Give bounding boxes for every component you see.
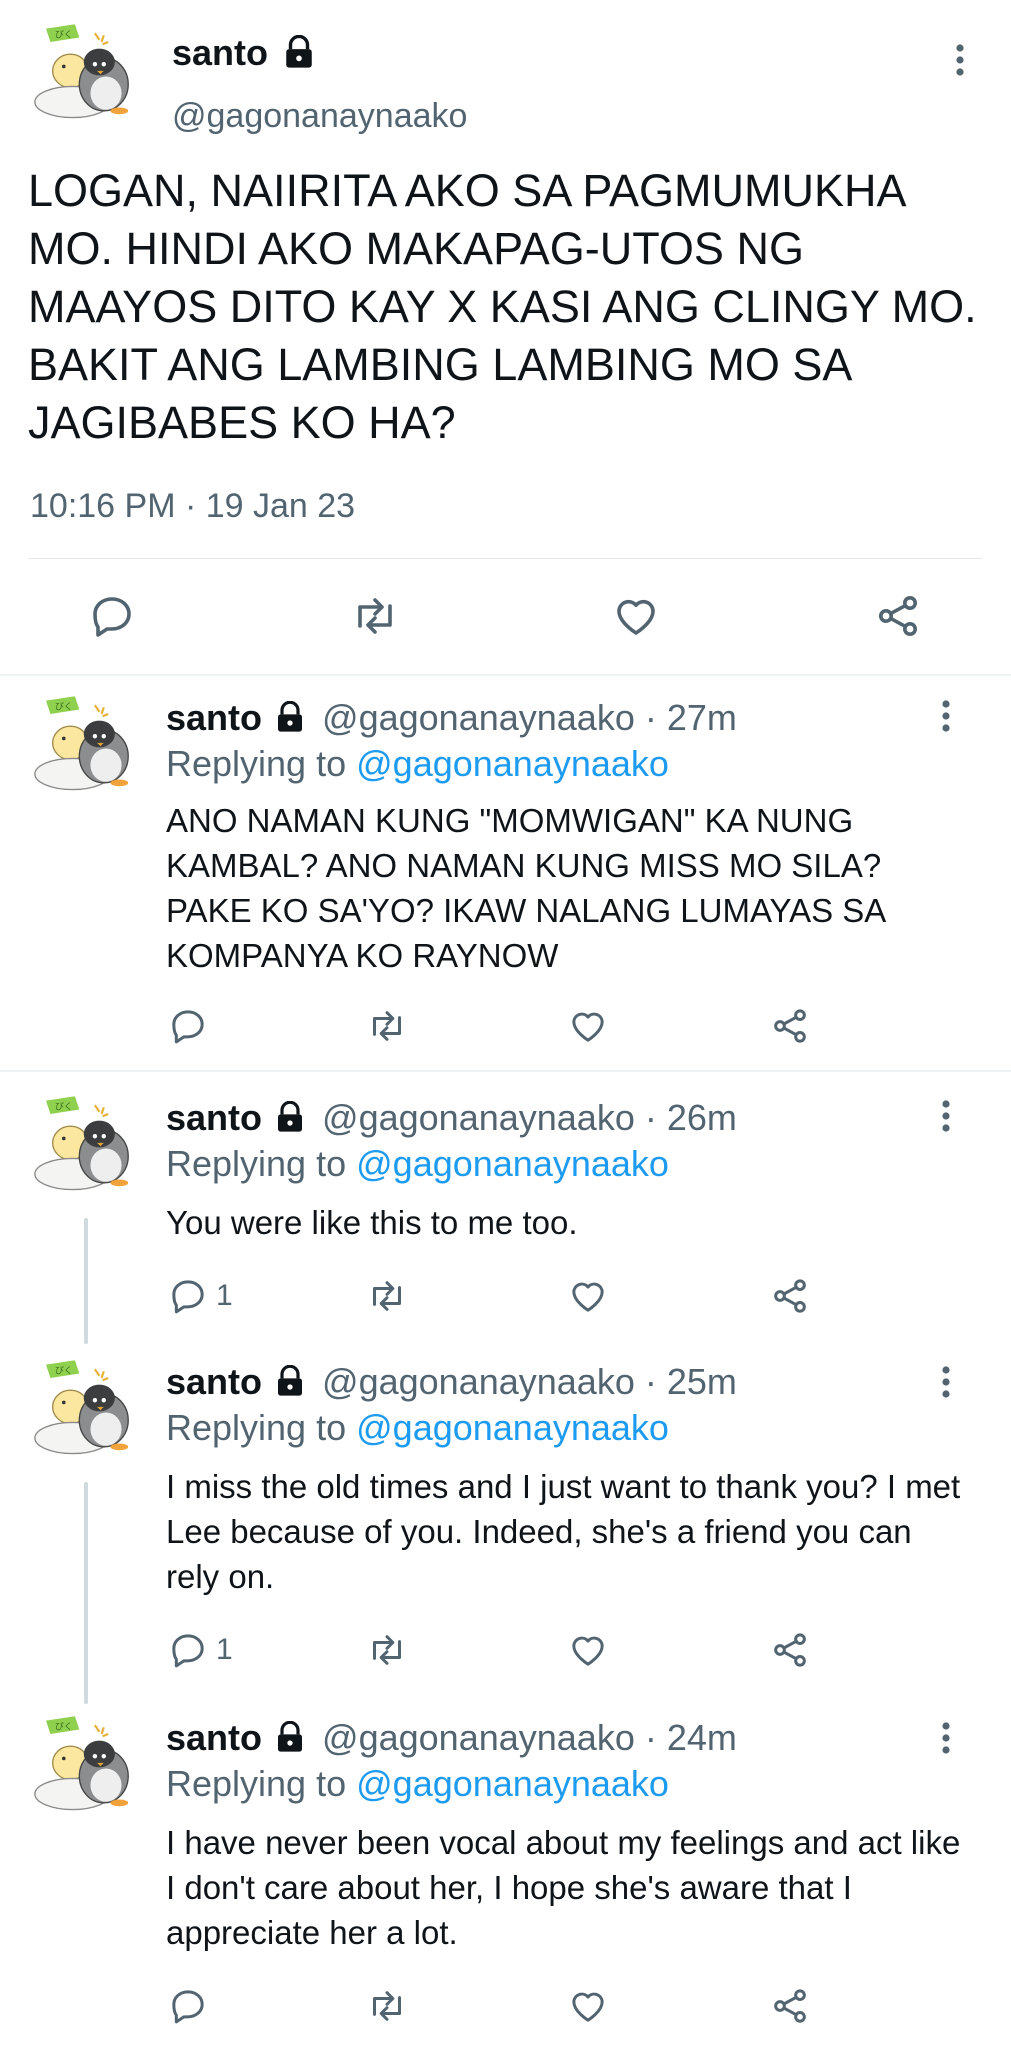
avatar[interactable]	[30, 1714, 142, 1814]
like-button[interactable]	[568, 1630, 608, 1670]
display-name[interactable]: santo	[166, 1717, 262, 1758]
reply-button[interactable]: 1	[168, 1276, 233, 1316]
retweet-icon	[373, 1635, 401, 1665]
retweet-button[interactable]	[366, 1630, 408, 1670]
share-icon	[774, 1279, 806, 1313]
retweet-icon	[373, 1991, 401, 2021]
reply-icon	[172, 1010, 204, 1044]
divider	[0, 1070, 1011, 1072]
divider	[28, 558, 982, 559]
reply-text: ANO NAMAN KUNG "MOMWIGAN" KA NUNG KAMBAL…	[166, 802, 885, 974]
share-button[interactable]	[874, 592, 922, 640]
reply-icon	[172, 1990, 204, 2024]
avatar[interactable]	[30, 22, 142, 122]
handle[interactable]: @gagonanaynaako	[322, 1097, 635, 1138]
replying-to-link[interactable]: @gagonanaynaako	[356, 1143, 669, 1184]
retweet-icon	[358, 598, 392, 634]
lock-icon	[278, 1721, 303, 1753]
reply-text: I miss the old times and I just want to …	[166, 1468, 961, 1595]
replying-prefix: Replying to	[166, 1143, 347, 1184]
tweet-timestamp[interactable]: 10:16 PM · 19 Jan 23	[30, 484, 355, 528]
reply-button[interactable]	[168, 1986, 216, 2026]
display-name[interactable]: santo	[166, 697, 262, 738]
like-icon	[572, 1636, 604, 1666]
reply-count: 1	[216, 1633, 233, 1666]
thread-line	[84, 1482, 88, 1704]
tweet-time[interactable]: · 25m	[645, 1361, 737, 1402]
retweet-icon	[373, 1281, 401, 1311]
like-icon	[572, 1992, 604, 2022]
lock-icon	[286, 35, 312, 69]
retweet-button[interactable]	[366, 1276, 408, 1316]
more-icon[interactable]	[934, 1718, 958, 1758]
avatar[interactable]	[30, 694, 142, 794]
like-icon	[572, 1282, 604, 1312]
like-icon	[572, 1012, 604, 1042]
tweet-time[interactable]: · 24m	[645, 1717, 737, 1758]
display-name[interactable]: santo	[166, 1361, 262, 1402]
handle[interactable]: @gagonanaynaako	[322, 1717, 635, 1758]
share-icon	[774, 1009, 806, 1043]
avatar[interactable]	[30, 1094, 142, 1194]
replying-prefix: Replying to	[166, 1763, 347, 1804]
replying-to-link[interactable]: @gagonanaynaako	[356, 743, 669, 784]
share-button[interactable]	[770, 1276, 810, 1316]
share-icon	[879, 596, 917, 636]
tweet-time[interactable]: · 26m	[645, 1097, 737, 1138]
handle[interactable]: @gagonanaynaako	[322, 697, 635, 738]
reply-icon	[172, 1280, 204, 1314]
reply-icon	[93, 597, 131, 637]
more-icon[interactable]	[948, 40, 972, 80]
display-name-text[interactable]: santo	[172, 32, 268, 73]
reply-header: santo @gagonanaynaako · 26m	[166, 1096, 737, 1140]
retweet-button[interactable]	[366, 1986, 408, 2026]
reply-count: 1	[216, 1279, 233, 1312]
replying-to: Replying to @gagonanaynaako	[166, 742, 669, 786]
share-button[interactable]	[770, 1986, 810, 2026]
reply-button[interactable]	[88, 592, 136, 640]
reply-text: I have never been vocal about my feeling…	[166, 1824, 961, 1951]
replying-prefix: Replying to	[166, 1407, 347, 1448]
handle[interactable]: @gagonanaynaako	[322, 1361, 635, 1402]
more-icon[interactable]	[934, 696, 958, 736]
like-button[interactable]	[612, 592, 660, 640]
share-button[interactable]	[770, 1006, 810, 1046]
like-button[interactable]	[568, 1276, 608, 1316]
handle[interactable]: @gagonanaynaako	[172, 94, 467, 138]
share-icon	[774, 1989, 806, 2023]
replying-to: Replying to @gagonanaynaako	[166, 1762, 669, 1806]
replying-prefix: Replying to	[166, 743, 347, 784]
tweet-time[interactable]: · 27m	[645, 697, 737, 738]
more-icon[interactable]	[934, 1362, 958, 1402]
replying-to: Replying to @gagonanaynaako	[166, 1406, 669, 1450]
replying-to-link[interactable]: @gagonanaynaako	[356, 1763, 669, 1804]
share-icon	[774, 1633, 806, 1667]
lock-icon	[278, 1365, 303, 1397]
avatar[interactable]	[30, 1358, 142, 1458]
lock-icon	[278, 701, 303, 733]
retweet-icon	[373, 1011, 401, 1041]
reply-text: You were like this to me too.	[166, 1204, 578, 1241]
thread-line	[84, 1218, 88, 1344]
more-icon[interactable]	[934, 1096, 958, 1136]
reply-header: santo @gagonanaynaako · 25m	[166, 1360, 737, 1404]
reply-button[interactable]	[168, 1006, 216, 1046]
retweet-button[interactable]	[350, 592, 400, 640]
display-name[interactable]: santo	[166, 1097, 262, 1138]
like-button[interactable]	[568, 1986, 608, 2026]
retweet-button[interactable]	[366, 1006, 408, 1046]
lock-icon	[278, 1101, 303, 1133]
reply-button[interactable]: 1	[168, 1630, 233, 1670]
tweet-text: LOGAN, NAIIRITA AKO SA PAGMUMUKHA MO. HI…	[28, 165, 977, 448]
like-button[interactable]	[568, 1006, 608, 1046]
reply-icon	[172, 1634, 204, 1668]
reply-header: santo @gagonanaynaako · 24m	[166, 1716, 737, 1760]
divider	[0, 674, 1011, 676]
reply-header: santo @gagonanaynaako · 27m	[166, 696, 737, 740]
share-button[interactable]	[770, 1630, 810, 1670]
display-name[interactable]: santo	[172, 30, 316, 76]
like-icon	[617, 599, 655, 635]
replying-to: Replying to @gagonanaynaako	[166, 1142, 669, 1186]
replying-to-link[interactable]: @gagonanaynaako	[356, 1407, 669, 1448]
